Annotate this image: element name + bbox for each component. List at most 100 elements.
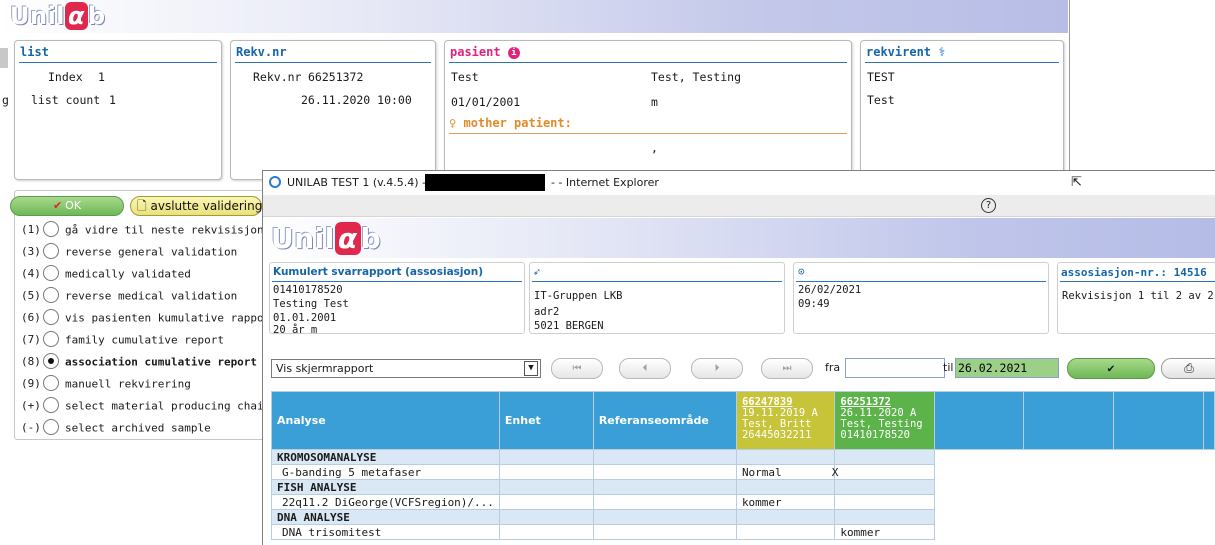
time-panel: ⊙ 26/02/2021 09:49 [793,262,1049,334]
validation-option[interactable]: (9) manuell rekvirering [21,375,191,396]
sender-l2: adr2 [534,306,560,318]
radio-button[interactable] [43,221,59,237]
table-section-row: KROMOSOMANALYSE [271,449,1215,465]
empty-cell [1203,449,1215,465]
analyse-cell: 22q11.2 DiGeorge(VCFSregion)/... [271,494,500,510]
validation-option[interactable]: (7) family cumulative report [21,331,224,352]
empty-cell [1023,509,1114,525]
empty-cell [1023,479,1114,495]
sample1-cell: kommer [735,494,836,510]
next-page-icon: ⏵ [714,363,720,374]
radio-button[interactable] [43,287,59,303]
validation-option[interactable]: (3) reverse general validation [21,243,238,264]
results-table: Analyse Enhet Referanseområde 66247839 1… [271,391,1215,540]
info-icon[interactable]: i [507,46,520,59]
empty-cell [934,464,1024,480]
prev-page-icon: ⏴ [642,363,648,374]
sample1-cell [735,449,836,465]
validation-option[interactable]: (6) vis pasienten kumulative rapport [21,309,277,330]
sample2-cell [834,494,935,510]
col-sample2[interactable]: 66251372 26.11.2020 A Test, Testing 0141… [834,391,935,450]
til-input[interactable] [955,358,1059,378]
radio-button[interactable] [43,265,59,281]
rekvirent-panel: rekvirent ⚕ TEST Test [860,40,1064,180]
radio-button[interactable] [43,331,59,347]
option-label: association cumulative report [65,355,258,369]
report-l3: 01.01.2001 [273,312,337,324]
col-empty-3 [1113,391,1204,450]
fra-label: fra [825,361,841,374]
last-page-icon: ⏭ [782,363,792,374]
report-select[interactable]: Vis skjermrapport ▼ [271,359,541,378]
col-analyse: Analyse [271,391,500,450]
ie-title-prefix: UNILAB TEST 1 (v.4.5.4) - [287,176,427,189]
radio-button[interactable] [43,397,59,413]
validation-option[interactable]: (8) association cumulative report [21,353,258,374]
end-validation-button[interactable]: 🗋 avslutte validering [130,196,262,216]
sender-l1: IT-Gruppen LKB [534,290,623,302]
mother-value: , [651,141,658,155]
radio-button[interactable] [43,419,59,435]
option-label: select material producing chain [65,399,271,413]
first-page-icon: ⏮ [572,363,582,374]
validation-option[interactable]: (+) select material producing chain [21,397,271,418]
referanse-cell [592,479,737,495]
pasient-panel-title: pasient i [450,45,520,59]
next-page-button[interactable]: ⏵ [691,358,743,379]
empty-cell [1113,464,1204,480]
time-l1: 26/02/2021 [798,284,862,296]
print-button[interactable]: ⎙ [1161,358,1215,379]
empty-cell [934,449,1024,465]
col-sample1[interactable]: 66247839 19.11.2019 A Test, Britt 264450… [735,391,836,450]
validation-option[interactable]: (4) medically validated [21,265,191,286]
referanse-cell [592,524,737,540]
option-label: reverse general validation [65,245,238,259]
sample1-value: kommer [741,495,782,509]
empty-cell [1113,479,1204,495]
enhet-cell [498,479,594,495]
option-key: (+) [21,399,41,412]
last-page-button[interactable]: ⏭ [761,358,813,379]
edge-text: g [2,93,9,107]
enhet-cell [498,449,594,465]
validation-option[interactable]: (5) reverse medical validation [21,287,237,308]
validation-option[interactable]: (-) select archived sample [21,419,211,440]
empty-cell [1023,449,1114,465]
report-l4: 20 år m [273,324,318,336]
analyse-cell: DNA trisomitest [271,524,500,540]
empty-cell [1113,524,1204,540]
index-value: 1 [98,70,105,84]
referanse-cell [592,449,737,465]
help-icon[interactable]: ? [981,198,996,213]
prev-page-button[interactable]: ⏴ [619,358,671,379]
redacted-block [425,174,545,191]
ok-button[interactable]: ✔ OK [10,196,124,216]
list-count-value: 1 [109,93,116,107]
patient-surname: Test [451,70,479,84]
radio-button[interactable] [43,243,59,259]
fra-input[interactable] [845,358,945,378]
patient-dob: 01/01/2001 [451,95,521,109]
unilab-logo-ie: Unil α b [271,222,382,255]
til-label: til [943,361,954,374]
option-label: gå vidre til neste rekvisisjon [65,223,264,237]
rekv-label: Rekv.nr [253,70,302,84]
option-key: (7) [21,333,41,346]
print-icon: ⎙ [1184,361,1194,375]
option-key: (6) [21,311,41,324]
empty-cell [1113,509,1204,525]
report-l1: 01410178520 [273,284,343,296]
enhet-cell [498,509,594,525]
unilab-logo: Unil α b [10,2,106,30]
list-panel: list Index 1 list count 1 [14,40,222,180]
validation-option[interactable]: (1) gå vidre til neste rekvisisjon [21,221,264,242]
radio-button[interactable] [43,309,59,325]
empty-cell [1023,464,1114,480]
radio-button[interactable] [43,353,59,369]
ie-icon [269,176,281,188]
radio-button[interactable] [43,375,59,391]
first-page-button[interactable]: ⏮ [551,358,603,379]
apply-button[interactable]: ✔ [1067,358,1155,379]
option-label: manuell rekvirering [65,377,191,391]
empty-cell [1203,524,1215,540]
